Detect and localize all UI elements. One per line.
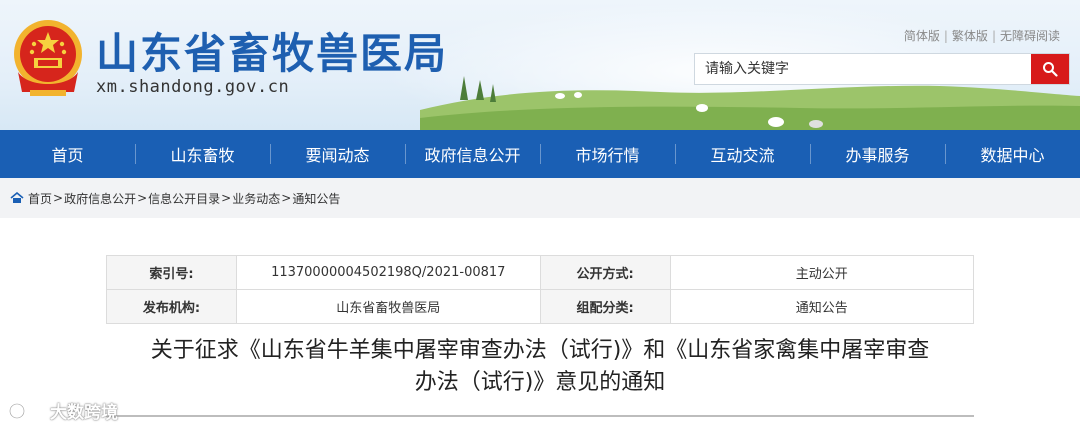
category-value: 通知公告 (669, 289, 975, 324)
link-separator: | (943, 29, 948, 43)
publisher-label: 发布机构: (106, 289, 237, 324)
table-row: 索引号: 11370000004502198Q/2021-00817 公开方式:… (106, 255, 975, 290)
site-header: 山东省畜牧兽医局 xm.shandong.gov.cn 简体版 | 繁体版 | 无障碍阅… (0, 0, 1080, 130)
nav-item-services[interactable]: 办事服务 (810, 130, 945, 178)
nav-item-market[interactable]: 市场行情 (540, 130, 675, 178)
breadcrumb-separator: > (281, 191, 292, 205)
breadcrumb-catalog[interactable]: 信息公开目录 (148, 190, 220, 207)
breadcrumb-separator: > (221, 191, 232, 205)
main-nav: 首页 山东畜牧 要闻动态 政府信息公开 市场行情 互动交流 办事服务 数据中心 (0, 130, 1080, 178)
category-label: 组配分类: (539, 289, 671, 324)
title-divider (106, 415, 974, 417)
nav-item-data-center[interactable]: 数据中心 (945, 130, 1080, 178)
article-title-line-2: 办法（试行)》意见的通知 (414, 370, 666, 395)
search-icon (1043, 62, 1058, 77)
breadcrumb-notices[interactable]: 通知公告 (292, 190, 340, 207)
breadcrumb-business[interactable]: 业务动态 (232, 190, 280, 207)
nav-item-gov-info[interactable]: 政府信息公开 (405, 130, 540, 178)
national-emblem-icon (14, 20, 82, 96)
nav-item-interaction[interactable]: 互动交流 (675, 130, 810, 178)
breadcrumb-gov-info[interactable]: 政府信息公开 (64, 190, 136, 207)
traditional-chinese-link[interactable]: 繁体版 (952, 29, 988, 43)
breadcrumb-separator: > (53, 191, 64, 205)
breadcrumb-separator: > (137, 191, 148, 205)
link-separator: | (991, 29, 996, 43)
search-box (694, 53, 1070, 85)
watermark-text: 大数跨境 (50, 403, 118, 423)
search-button[interactable] (1031, 54, 1069, 84)
table-row: 发布机构: 山东省畜牧兽医局 组配分类: 通知公告 (106, 289, 975, 324)
document-info-table: 索引号: 11370000004502198Q/2021-00817 公开方式:… (106, 255, 975, 324)
article-title: 关于征求《山东省牛羊集中屠宰审查办法（试行)》和《山东省家禽集中屠宰审查 办法（… (100, 335, 980, 399)
publisher-value: 山东省畜牧兽医局 (235, 289, 541, 324)
publish-mode-value: 主动公开 (669, 255, 975, 290)
breadcrumb: 首页 > 政府信息公开 > 信息公开目录 > 业务动态 > 通知公告 (0, 178, 1080, 218)
watermark-logo-icon (8, 402, 46, 419)
language-links: 简体版 | 繁体版 | 无障碍阅读 (904, 27, 1060, 44)
index-label: 索引号: (106, 255, 237, 290)
nav-item-home[interactable]: 首页 (0, 130, 135, 178)
simplified-chinese-link[interactable]: 简体版 (904, 29, 940, 43)
home-icon (10, 192, 24, 204)
breadcrumb-home[interactable]: 首页 (28, 190, 52, 207)
site-domain: xm.shandong.gov.cn (96, 77, 290, 97)
nav-item-shandong-livestock[interactable]: 山东畜牧 (135, 130, 270, 178)
index-value: 11370000004502198Q/2021-00817 (235, 255, 541, 290)
watermark: 大数跨境 (8, 398, 118, 423)
publish-mode-label: 公开方式: (539, 255, 671, 290)
site-title: 山东省畜牧兽医局 (96, 29, 449, 78)
article-title-line-1: 关于征求《山东省牛羊集中屠宰审查办法（试行)》和《山东省家禽集中屠宰审查 (150, 338, 930, 363)
accessibility-link[interactable]: 无障碍阅读 (1000, 29, 1060, 43)
nav-item-news[interactable]: 要闻动态 (270, 130, 405, 178)
search-input[interactable] (695, 54, 1031, 84)
